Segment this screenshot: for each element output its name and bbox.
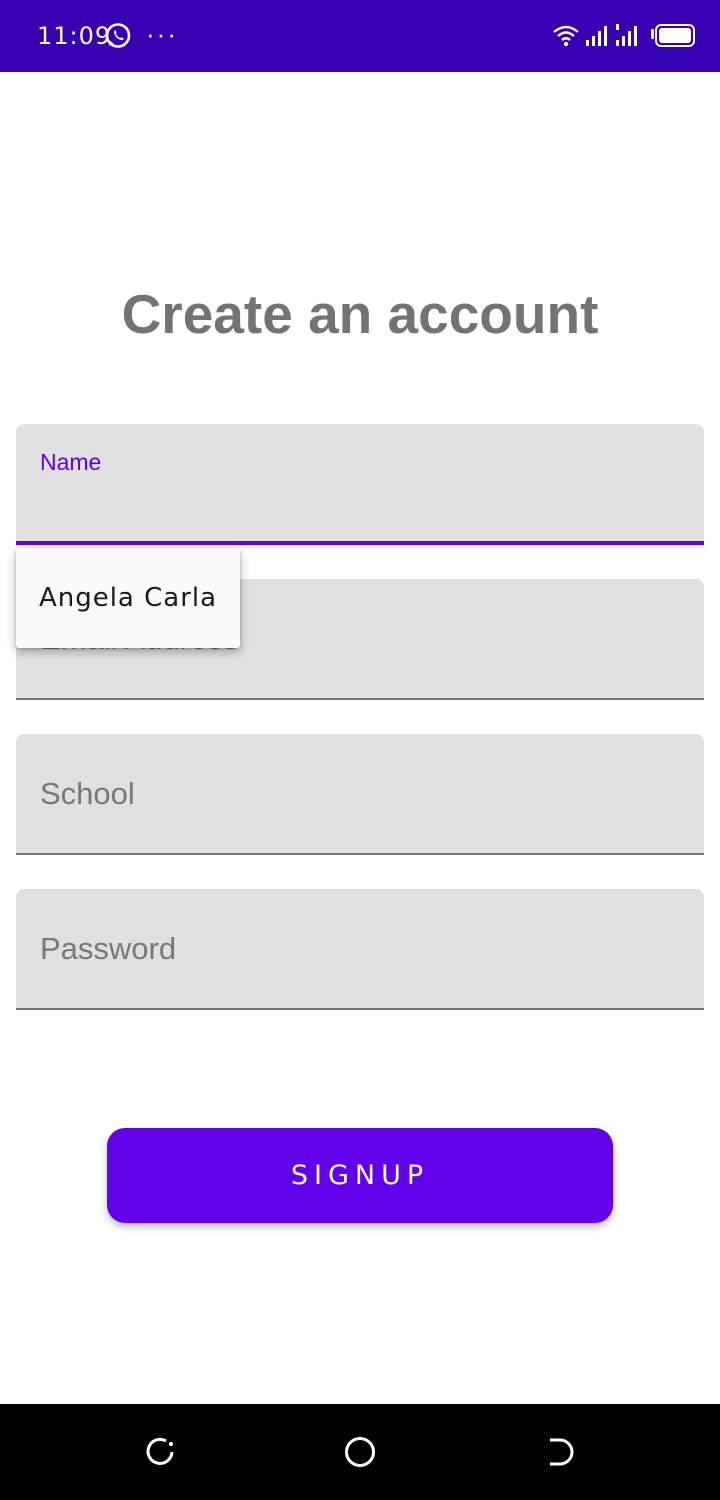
battery-icon — [651, 24, 695, 47]
page-title: Create an account — [121, 283, 599, 345]
recent-apps-icon[interactable] — [142, 1434, 178, 1470]
signup-screen: 11:09 ··· Create an account Name Angela … — [0, 0, 720, 1500]
name-field[interactable]: Name — [16, 424, 704, 545]
signup-button[interactable]: SIGNUP — [107, 1128, 613, 1223]
status-bar: 11:09 ··· — [0, 0, 720, 72]
school-field[interactable]: School — [16, 734, 704, 855]
school-placeholder: School — [40, 776, 135, 811]
name-input[interactable] — [40, 424, 680, 541]
wifi-icon — [553, 25, 579, 47]
password-field[interactable]: Password — [16, 889, 704, 1010]
password-placeholder: Password — [40, 931, 177, 966]
more-notifications-icon: ··· — [146, 19, 178, 49]
status-time: 11:09 — [37, 22, 112, 50]
autocomplete-dropdown: Angela Carla — [16, 548, 240, 648]
whatsapp-icon — [105, 23, 131, 48]
home-icon[interactable] — [342, 1434, 378, 1470]
signal-icon — [586, 26, 607, 46]
signal-icon — [616, 24, 637, 46]
autocomplete-suggestion[interactable]: Angela Carla — [16, 548, 240, 648]
navigation-bar — [0, 1404, 720, 1500]
back-icon[interactable] — [542, 1434, 578, 1470]
